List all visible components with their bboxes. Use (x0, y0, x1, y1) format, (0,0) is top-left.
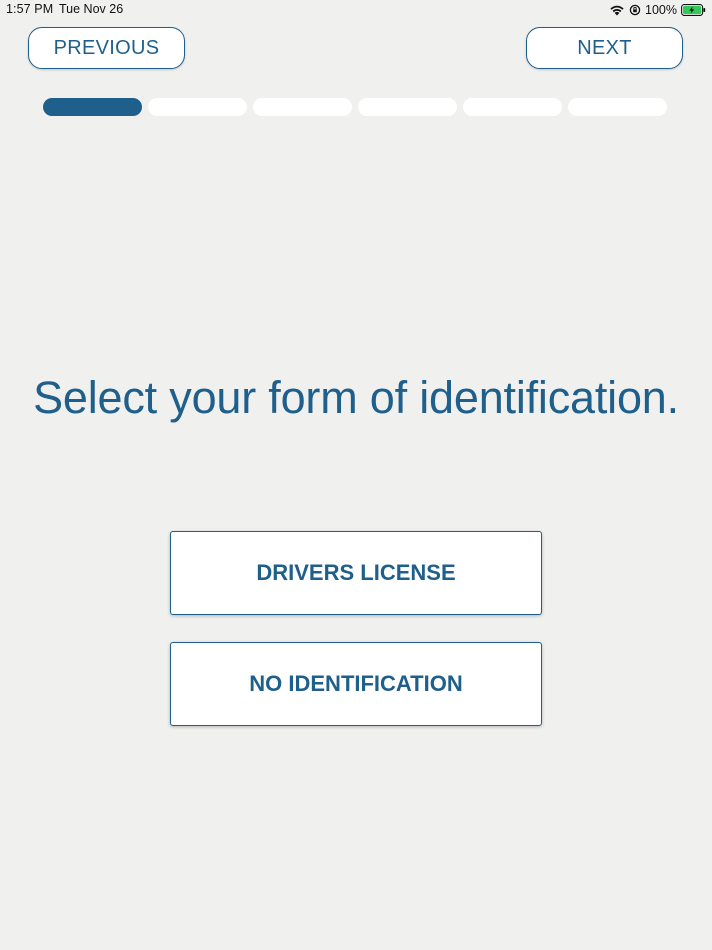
previous-button[interactable]: PREVIOUS (28, 27, 185, 69)
previous-button-label: PREVIOUS (53, 36, 160, 59)
progress-step-1 (43, 98, 142, 116)
drivers-license-label: DRIVERS LICENSE (256, 560, 456, 585)
progress-step-6 (568, 98, 667, 116)
progress-step-5 (463, 98, 562, 116)
progress-step-3 (253, 98, 352, 116)
progress-step-2 (148, 98, 247, 116)
next-button[interactable]: NEXT (526, 27, 683, 69)
battery-charging-icon (681, 4, 706, 16)
status-bar: 1:57 PM Tue Nov 26 100% (0, 0, 712, 20)
next-button-label: NEXT (577, 36, 632, 59)
status-time: 1:57 PM (6, 2, 54, 16)
wifi-icon (609, 4, 625, 16)
no-identification-label: NO IDENTIFICATION (249, 671, 463, 696)
progress-indicator (43, 98, 667, 116)
progress-step-4 (358, 98, 457, 116)
drivers-license-button[interactable]: DRIVERS LICENSE (170, 531, 542, 615)
no-identification-button[interactable]: NO IDENTIFICATION (170, 642, 542, 726)
status-indicators: 100% (609, 1, 706, 19)
page-title: Select your form of identification. (33, 372, 679, 423)
status-date: Tue Nov 26 (59, 2, 124, 16)
battery-percent: 100% (645, 3, 677, 17)
orientation-lock-icon (629, 4, 641, 16)
